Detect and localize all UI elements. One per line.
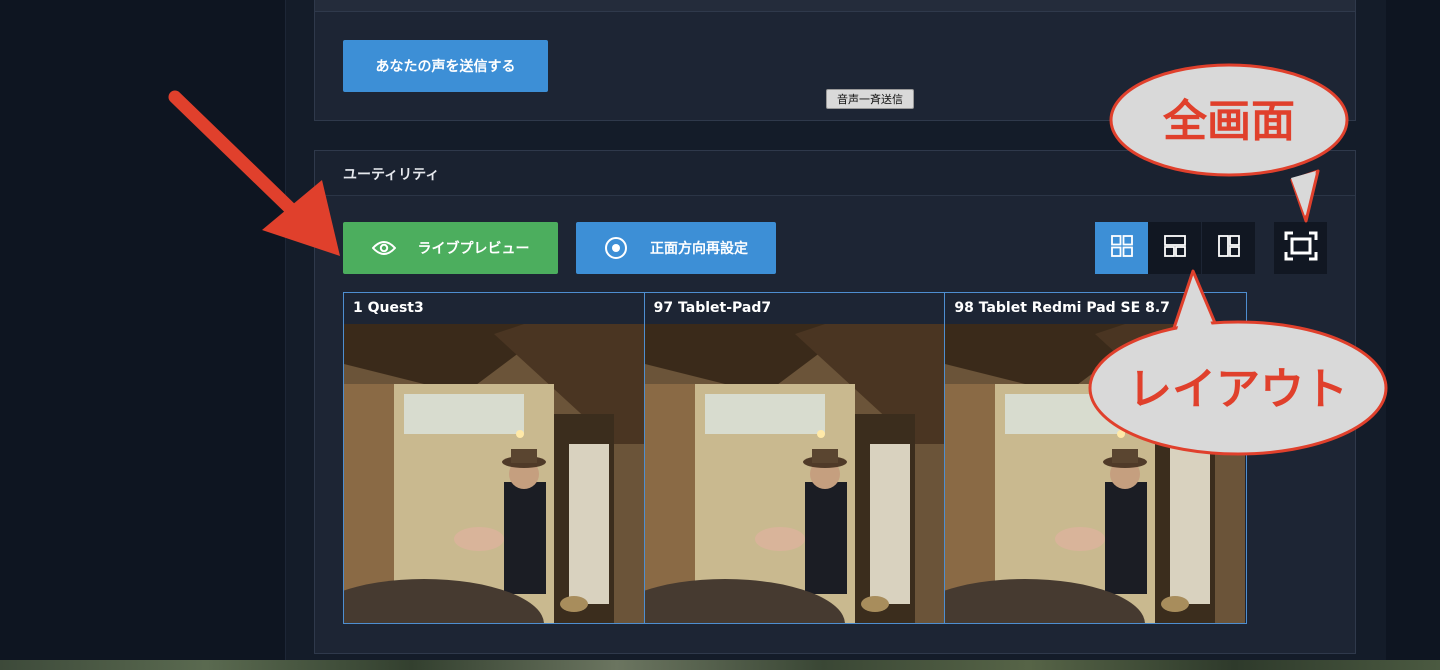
annotation-overlay: 全画面 レイアウト bbox=[168, 63, 1388, 456]
fullscreen-callout-text: 全画面 bbox=[1162, 96, 1295, 147]
layout-callout: レイアウト bbox=[1088, 269, 1388, 456]
fullscreen-callout: 全画面 bbox=[1109, 63, 1349, 223]
layout-callout-text: レイアウト bbox=[1128, 364, 1348, 415]
red-arrow-icon bbox=[168, 90, 340, 256]
